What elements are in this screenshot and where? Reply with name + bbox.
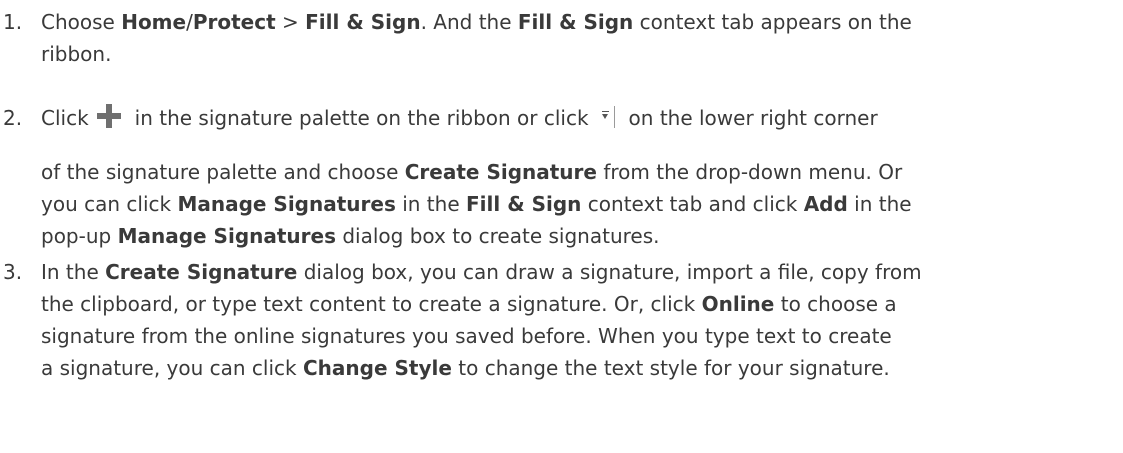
step-3-line-4: a signature, you can click Change Style … <box>41 356 890 380</box>
dropdown-arrow-icon <box>599 106 617 128</box>
step-1-line-2: ribbon. <box>41 42 112 66</box>
plus-icon <box>96 104 121 128</box>
step-number: 1. <box>3 10 23 34</box>
step-number: 3. <box>3 260 23 284</box>
step-2-line-2: of the signature palette and choose Crea… <box>41 160 903 184</box>
step-1-line-1: Choose Home/Protect > Fill & Sign. And t… <box>41 10 912 34</box>
step-2-line-3: you can click Manage Signatures in the F… <box>41 192 912 216</box>
step-3-line-3: signature from the online signatures you… <box>41 324 892 348</box>
step-2-line-1: Click in the signature palette on the rib… <box>41 104 878 130</box>
instruction-list: 1. Choose Home/Protect > Fill & Sign. An… <box>0 0 1123 453</box>
step-number: 2. <box>3 106 23 130</box>
step-3-line-2: the clipboard, or type text content to c… <box>41 292 897 316</box>
step-3-line-1: In the Create Signature dialog box, you … <box>41 260 922 284</box>
step-2-line-4: pop-up Manage Signatures dialog box to c… <box>41 224 660 248</box>
